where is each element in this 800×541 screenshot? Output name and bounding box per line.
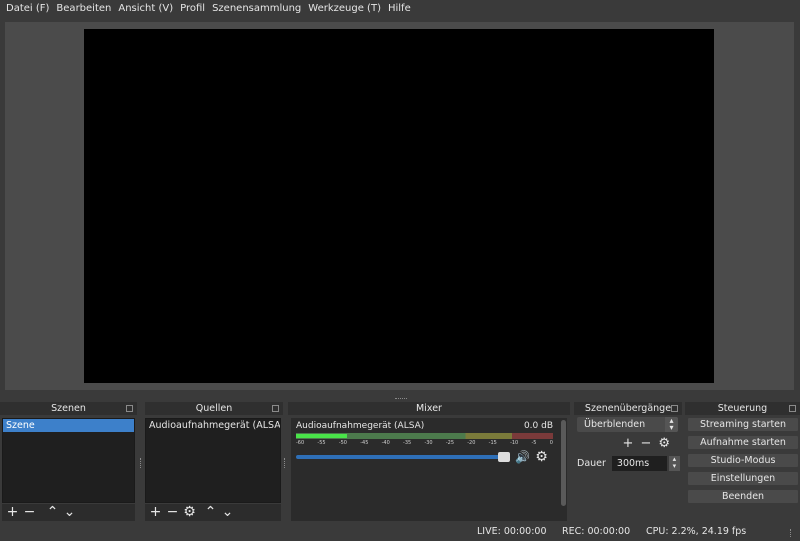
gear-icon[interactable]: ⚙ xyxy=(535,450,548,464)
rec-status: REC: 00:00:00 xyxy=(562,526,631,537)
scenes-title: Szenen xyxy=(51,403,86,414)
add-icon[interactable]: + xyxy=(6,505,19,519)
transition-select[interactable]: Überblenden ▴ ▾ xyxy=(577,417,678,432)
meter-tick-label: -55 xyxy=(317,440,326,446)
menu-edit[interactable]: Bearbeiten xyxy=(53,3,114,14)
studio-mode-button[interactable]: Studio-Modus xyxy=(687,453,799,468)
move-up-icon[interactable]: ⌃ xyxy=(204,505,217,519)
splitter-handle[interactable] xyxy=(395,398,407,400)
transitions-dock-title: Szenenübergänge xyxy=(574,402,682,415)
sources-dock-title: Quellen xyxy=(145,402,283,415)
controls-dock: Steuerung Streaming starten Aufnahme sta… xyxy=(685,402,800,521)
sources-toolbar: + − ⚙ ⌃ ⌄ xyxy=(145,504,281,521)
transition-select-value: Überblenden xyxy=(584,419,646,430)
scenes-toolbar: + − ⌃ ⌄ xyxy=(2,504,135,521)
mixer-scrollbar[interactable] xyxy=(560,418,567,521)
sources-dock: Quellen Audioaufnahmegerät (ALSA) + − ⚙ … xyxy=(145,402,283,521)
controls-dock-title: Steuerung xyxy=(685,402,800,415)
audio-meter xyxy=(296,433,553,439)
duration-stepper[interactable]: ▴ ▾ xyxy=(668,456,680,471)
meter-tick-label: -40 xyxy=(381,440,390,446)
meter-tick-label: -20 xyxy=(467,440,476,446)
audio-meter-ticks: -60 -55 -50 -45 -40 -35 -30 -25 -20 -15 -10 -5 0 xyxy=(294,439,555,447)
audio-meter-fill xyxy=(296,434,348,438)
transitions-dock: Szenenübergänge Überblenden ▴ ▾ + − ⚙ Dau… xyxy=(574,402,682,521)
meter-tick-label: -5 xyxy=(531,440,537,446)
meter-tick-label: 0 xyxy=(549,440,553,446)
controls-title: Steuerung xyxy=(717,403,768,414)
volume-slider[interactable] xyxy=(296,452,510,462)
move-down-icon[interactable]: ⌄ xyxy=(221,505,234,519)
meter-tick-label: -60 xyxy=(296,440,305,446)
move-up-icon[interactable]: ⌃ xyxy=(46,505,59,519)
remove-icon[interactable]: − xyxy=(640,437,651,451)
menu-scene-collection[interactable]: Szenensammlung xyxy=(209,3,304,14)
remove-icon[interactable]: − xyxy=(23,505,36,519)
meter-tick-label: -45 xyxy=(360,440,369,446)
menu-view[interactable]: Ansicht (V) xyxy=(115,3,176,14)
chevron-updown-icon: ▴ ▾ xyxy=(665,417,678,432)
meter-tick-label: -10 xyxy=(510,440,519,446)
speaker-icon[interactable]: 🔊 xyxy=(515,450,530,464)
sources-list[interactable]: Audioaufnahmegerät (ALSA) xyxy=(145,418,281,503)
undock-icon[interactable] xyxy=(272,405,279,412)
move-down-icon[interactable]: ⌄ xyxy=(63,505,76,519)
mixer-dock-title: Mixer xyxy=(288,402,570,415)
scenes-dock-title: Szenen xyxy=(0,402,137,415)
meter-tick-label: -50 xyxy=(338,440,347,446)
resize-grip-icon[interactable] xyxy=(790,529,792,537)
dock-resize-grip[interactable] xyxy=(140,458,142,468)
meter-tick-label: -25 xyxy=(445,440,455,446)
mixer-scrollbar-thumb[interactable] xyxy=(561,420,566,506)
preview-canvas[interactable] xyxy=(84,29,714,383)
dock-resize-grip[interactable] xyxy=(284,458,286,468)
undock-icon[interactable] xyxy=(789,405,796,412)
scenes-list[interactable]: Szene xyxy=(2,418,135,503)
transitions-title: Szenenübergänge xyxy=(584,403,672,414)
live-status: LIVE: 00:00:00 xyxy=(477,526,547,537)
gear-icon[interactable]: ⚙ xyxy=(183,505,196,519)
mixer-channel-name: Audioaufnahmegerät (ALSA) xyxy=(296,421,425,431)
menu-bar: Datei (F) Bearbeiten Ansicht (V) Profil … xyxy=(0,0,800,17)
add-icon[interactable]: + xyxy=(623,437,634,451)
remove-icon[interactable]: − xyxy=(166,505,179,519)
mixer-panel: Audioaufnahmegerät (ALSA) 0.0 dB -60 -55 -… xyxy=(291,418,567,521)
mixer-title: Mixer xyxy=(416,403,442,414)
duration-input[interactable]: 300ms xyxy=(611,456,667,471)
exit-button[interactable]: Beenden xyxy=(687,489,799,504)
menu-file[interactable]: Datei (F) xyxy=(3,3,52,14)
add-icon[interactable]: + xyxy=(149,505,162,519)
menu-help[interactable]: Hilfe xyxy=(385,3,414,14)
sources-title: Quellen xyxy=(195,403,233,414)
list-item[interactable]: Szene xyxy=(3,419,134,432)
undock-icon[interactable] xyxy=(671,405,678,412)
mixer-level-readout: 0.0 dB xyxy=(523,421,553,431)
scenes-dock: Szenen Szene + − ⌃ ⌄ xyxy=(0,402,137,521)
meter-tick-label: -35 xyxy=(403,440,412,446)
meter-tick-label: -30 xyxy=(424,440,433,446)
menu-tools[interactable]: Werkzeuge (T) xyxy=(305,3,384,14)
cpu-status: CPU: 2.2%, 24.19 fps xyxy=(646,526,747,537)
settings-button[interactable]: Einstellungen xyxy=(687,471,799,486)
status-bar: LIVE: 00:00:00 REC: 00:00:00 CPU: 2.2%, … xyxy=(0,523,800,541)
preview-area xyxy=(5,22,794,390)
mixer-dock: Mixer Audioaufnahmegerät (ALSA) 0.0 dB -… xyxy=(288,402,570,521)
list-item[interactable]: Audioaufnahmegerät (ALSA) xyxy=(146,419,280,432)
duration-label: Dauer xyxy=(577,458,606,469)
volume-slider-knob[interactable] xyxy=(498,452,510,462)
start-recording-button[interactable]: Aufnahme starten xyxy=(687,435,799,450)
start-streaming-button[interactable]: Streaming starten xyxy=(687,417,799,432)
undock-icon[interactable] xyxy=(126,405,133,412)
meter-tick-label: -15 xyxy=(488,440,497,446)
gear-icon[interactable]: ⚙ xyxy=(658,437,670,451)
menu-profile[interactable]: Profil xyxy=(177,3,208,14)
